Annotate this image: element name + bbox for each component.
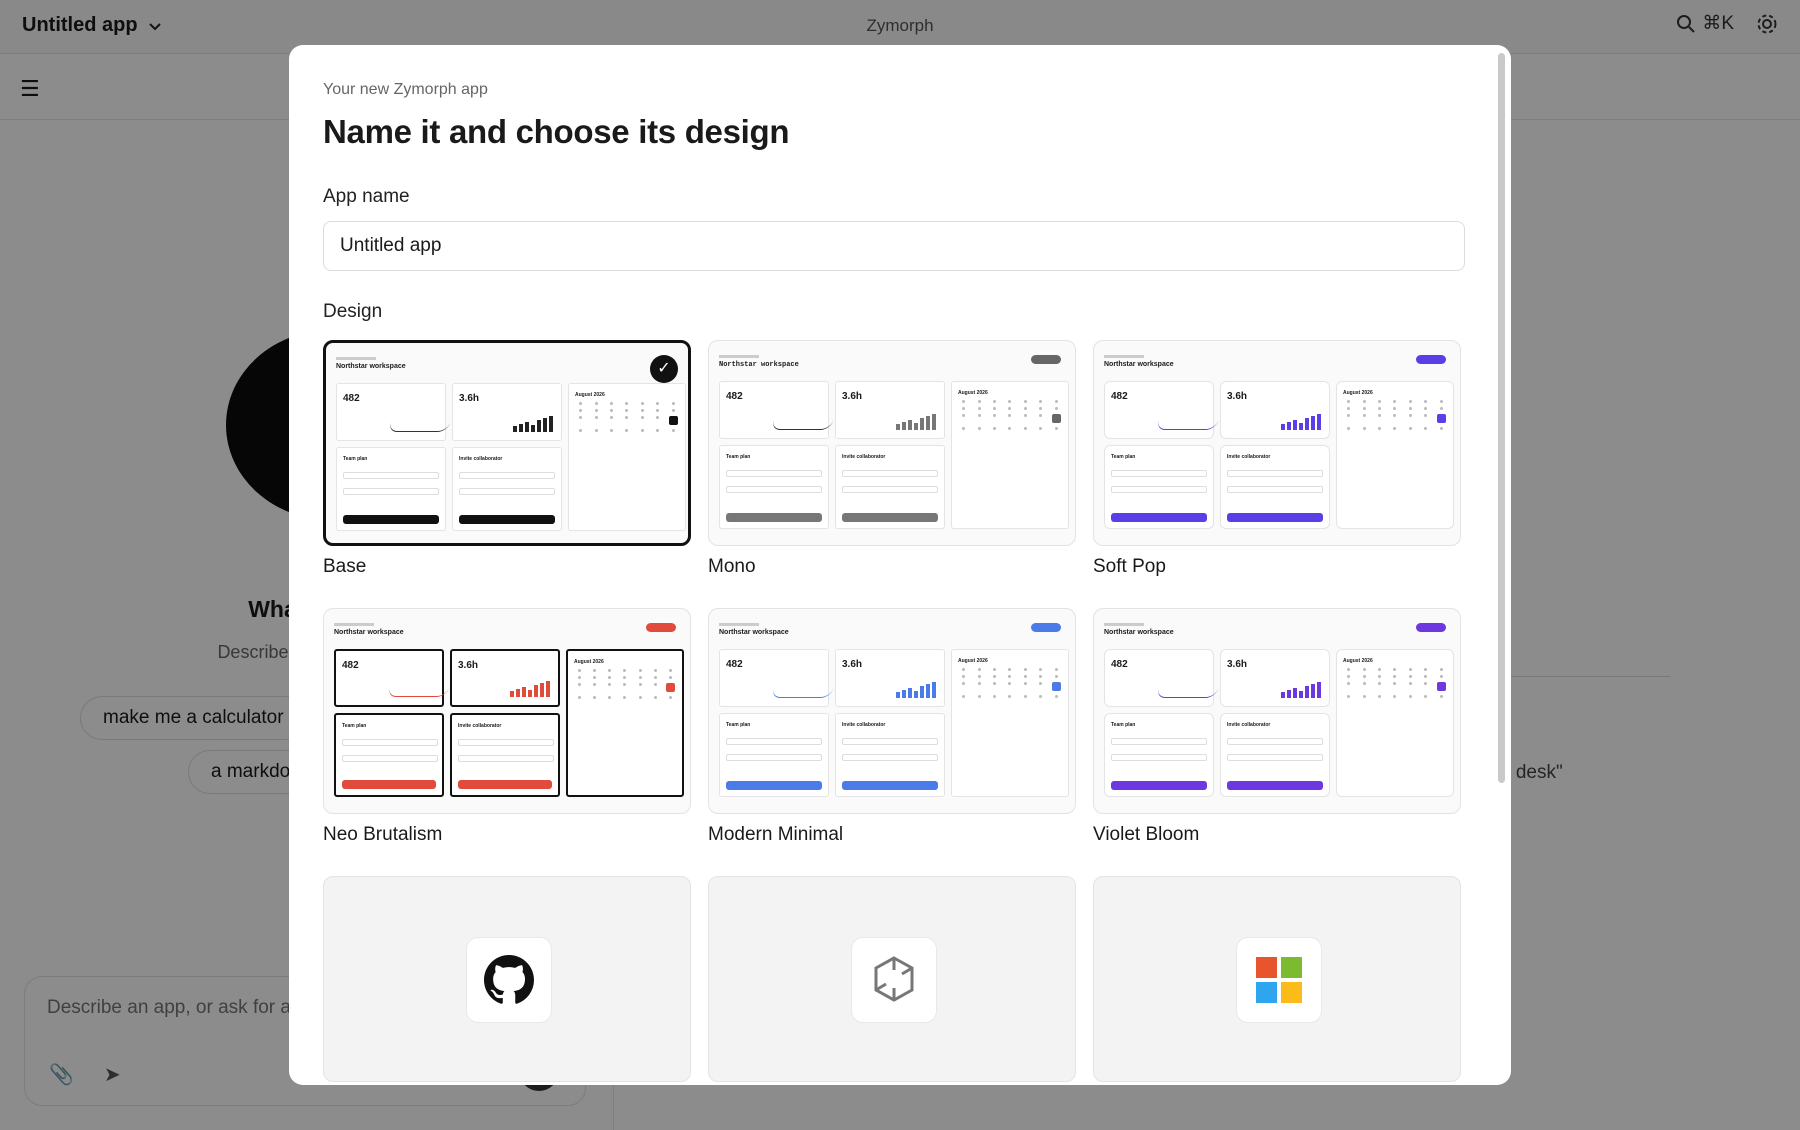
preview-stat-card: 482 — [1104, 381, 1219, 439]
preview-plan-card: Team plan — [719, 445, 829, 529]
design-preview: Northstar workspace 482 3.6h August 2026 Tea… — [1102, 617, 1454, 813]
design-card-violet[interactable]: Northstar workspace 482 3.6h August 2026 Tea… — [1093, 608, 1461, 814]
preview-stat-card: 482 — [719, 649, 834, 707]
design-preview: Northstar workspace 482 3.6h August 2026 Tea… — [334, 351, 686, 543]
preview-calendar: August 2026 — [566, 649, 684, 797]
preview-title: Northstar workspace — [1104, 629, 1174, 636]
preview-title: Northstar workspace — [334, 629, 404, 636]
preview-eyebrow — [336, 357, 376, 360]
preview-plan-card: Team plan — [719, 713, 829, 797]
preview-calendar: August 2026 — [1336, 381, 1454, 529]
preview-invite-card: Invite collaborator — [835, 713, 945, 797]
preview-plan-card: Team plan — [1104, 445, 1214, 529]
preview-title: Northstar workspace — [719, 361, 799, 369]
microsoft-tile — [1236, 937, 1322, 1023]
design-label-base: Base — [323, 556, 367, 577]
preview-stat-card: 3.6h — [452, 383, 562, 441]
preview-stat-card: 3.6h — [1220, 649, 1330, 707]
preview-invite-card: Invite collaborator — [1220, 445, 1330, 529]
preview-title: Northstar workspace — [336, 363, 406, 370]
preview-stat-card: 482 — [336, 383, 451, 441]
preview-invite-card: Invite collaborator — [452, 447, 562, 531]
preview-calendar: August 2026 — [951, 649, 1069, 797]
design-card-mono[interactable]: Northstar workspace 482 3.6h August 2026 Tea… — [708, 340, 1076, 546]
preview-eyebrow — [1104, 355, 1144, 358]
design-label-neo: Neo Brutalism — [323, 824, 443, 845]
preview-stat-card: 482 — [334, 649, 450, 707]
preview-title: Northstar workspace — [1104, 361, 1174, 368]
preview-eyebrow — [719, 623, 759, 626]
preview-eyebrow — [719, 355, 759, 358]
dialog-title: Name it and choose its design — [323, 113, 790, 150]
preview-stat-card: 482 — [719, 381, 834, 439]
design-label-softpop: Soft Pop — [1093, 556, 1166, 577]
preview-calendar: August 2026 — [1336, 649, 1454, 797]
design-label: Design — [323, 301, 383, 322]
app-name-label: App name — [323, 186, 410, 207]
design-label-minimal: Modern Minimal — [708, 824, 844, 845]
preview-stat-card: 3.6h — [835, 649, 945, 707]
preview-button — [1416, 623, 1446, 632]
new-app-dialog: Your new Zymorph app Name it and choose … — [289, 45, 1511, 1085]
preview-stat-card: 3.6h — [1220, 381, 1330, 439]
preview-invite-card: Invite collaborator — [1220, 713, 1330, 797]
design-label-mono: Mono — [708, 556, 756, 577]
preview-stat-card: 3.6h — [450, 649, 560, 707]
source-card-github[interactable] — [323, 876, 691, 1082]
source-card-hexagon[interactable] — [708, 876, 1076, 1082]
preview-eyebrow — [334, 623, 374, 626]
preview-calendar: August 2026 — [568, 383, 686, 531]
preview-stat-card: 482 — [1104, 649, 1219, 707]
design-preview: Northstar workspace 482 3.6h August 2026 Tea… — [1102, 349, 1454, 545]
preview-calendar: August 2026 — [951, 381, 1069, 529]
dialog-eyebrow: Your new Zymorph app — [323, 81, 488, 98]
preview-button — [1416, 355, 1446, 364]
preview-eyebrow — [1104, 623, 1144, 626]
design-preview: Northstar workspace 482 3.6h August 2026 Tea… — [717, 617, 1069, 813]
design-card-softpop[interactable]: Northstar workspace 482 3.6h August 2026 Tea… — [1093, 340, 1461, 546]
preview-button — [646, 623, 676, 632]
design-card-neo[interactable]: Northstar workspace 482 3.6h August 2026 Tea… — [323, 608, 691, 814]
preview-plan-card: Team plan — [336, 447, 446, 531]
design-card-base[interactable]: Northstar workspace 482 3.6h August 2026 Tea… — [323, 340, 691, 546]
check-icon: ✓ — [650, 355, 678, 383]
design-preview: Northstar workspace 482 3.6h August 2026 Tea… — [332, 617, 684, 813]
github-tile — [466, 937, 552, 1023]
preview-invite-card: Invite collaborator — [450, 713, 560, 797]
preview-title: Northstar workspace — [719, 629, 789, 636]
preview-plan-card: Team plan — [1104, 713, 1214, 797]
design-card-minimal[interactable]: Northstar workspace 482 3.6h August 2026 Tea… — [708, 608, 1076, 814]
scrollbar[interactable] — [1498, 53, 1505, 783]
preview-plan-card: Team plan — [334, 713, 444, 797]
github-icon — [484, 955, 534, 1004]
preview-stat-card: 3.6h — [835, 381, 945, 439]
hexagon-tile — [851, 937, 937, 1023]
app-name-input[interactable] — [323, 221, 1465, 271]
design-preview: Northstar workspace 482 3.6h August 2026 Tea… — [717, 349, 1069, 545]
microsoft-icon — [1256, 957, 1302, 1003]
preview-invite-card: Invite collaborator — [835, 445, 945, 529]
source-card-microsoft[interactable] — [1093, 876, 1461, 1082]
preview-button — [1031, 623, 1061, 632]
hexagon-logo-icon — [874, 956, 914, 1002]
preview-button — [1031, 355, 1061, 364]
design-label-violet: Violet Bloom — [1093, 824, 1200, 845]
